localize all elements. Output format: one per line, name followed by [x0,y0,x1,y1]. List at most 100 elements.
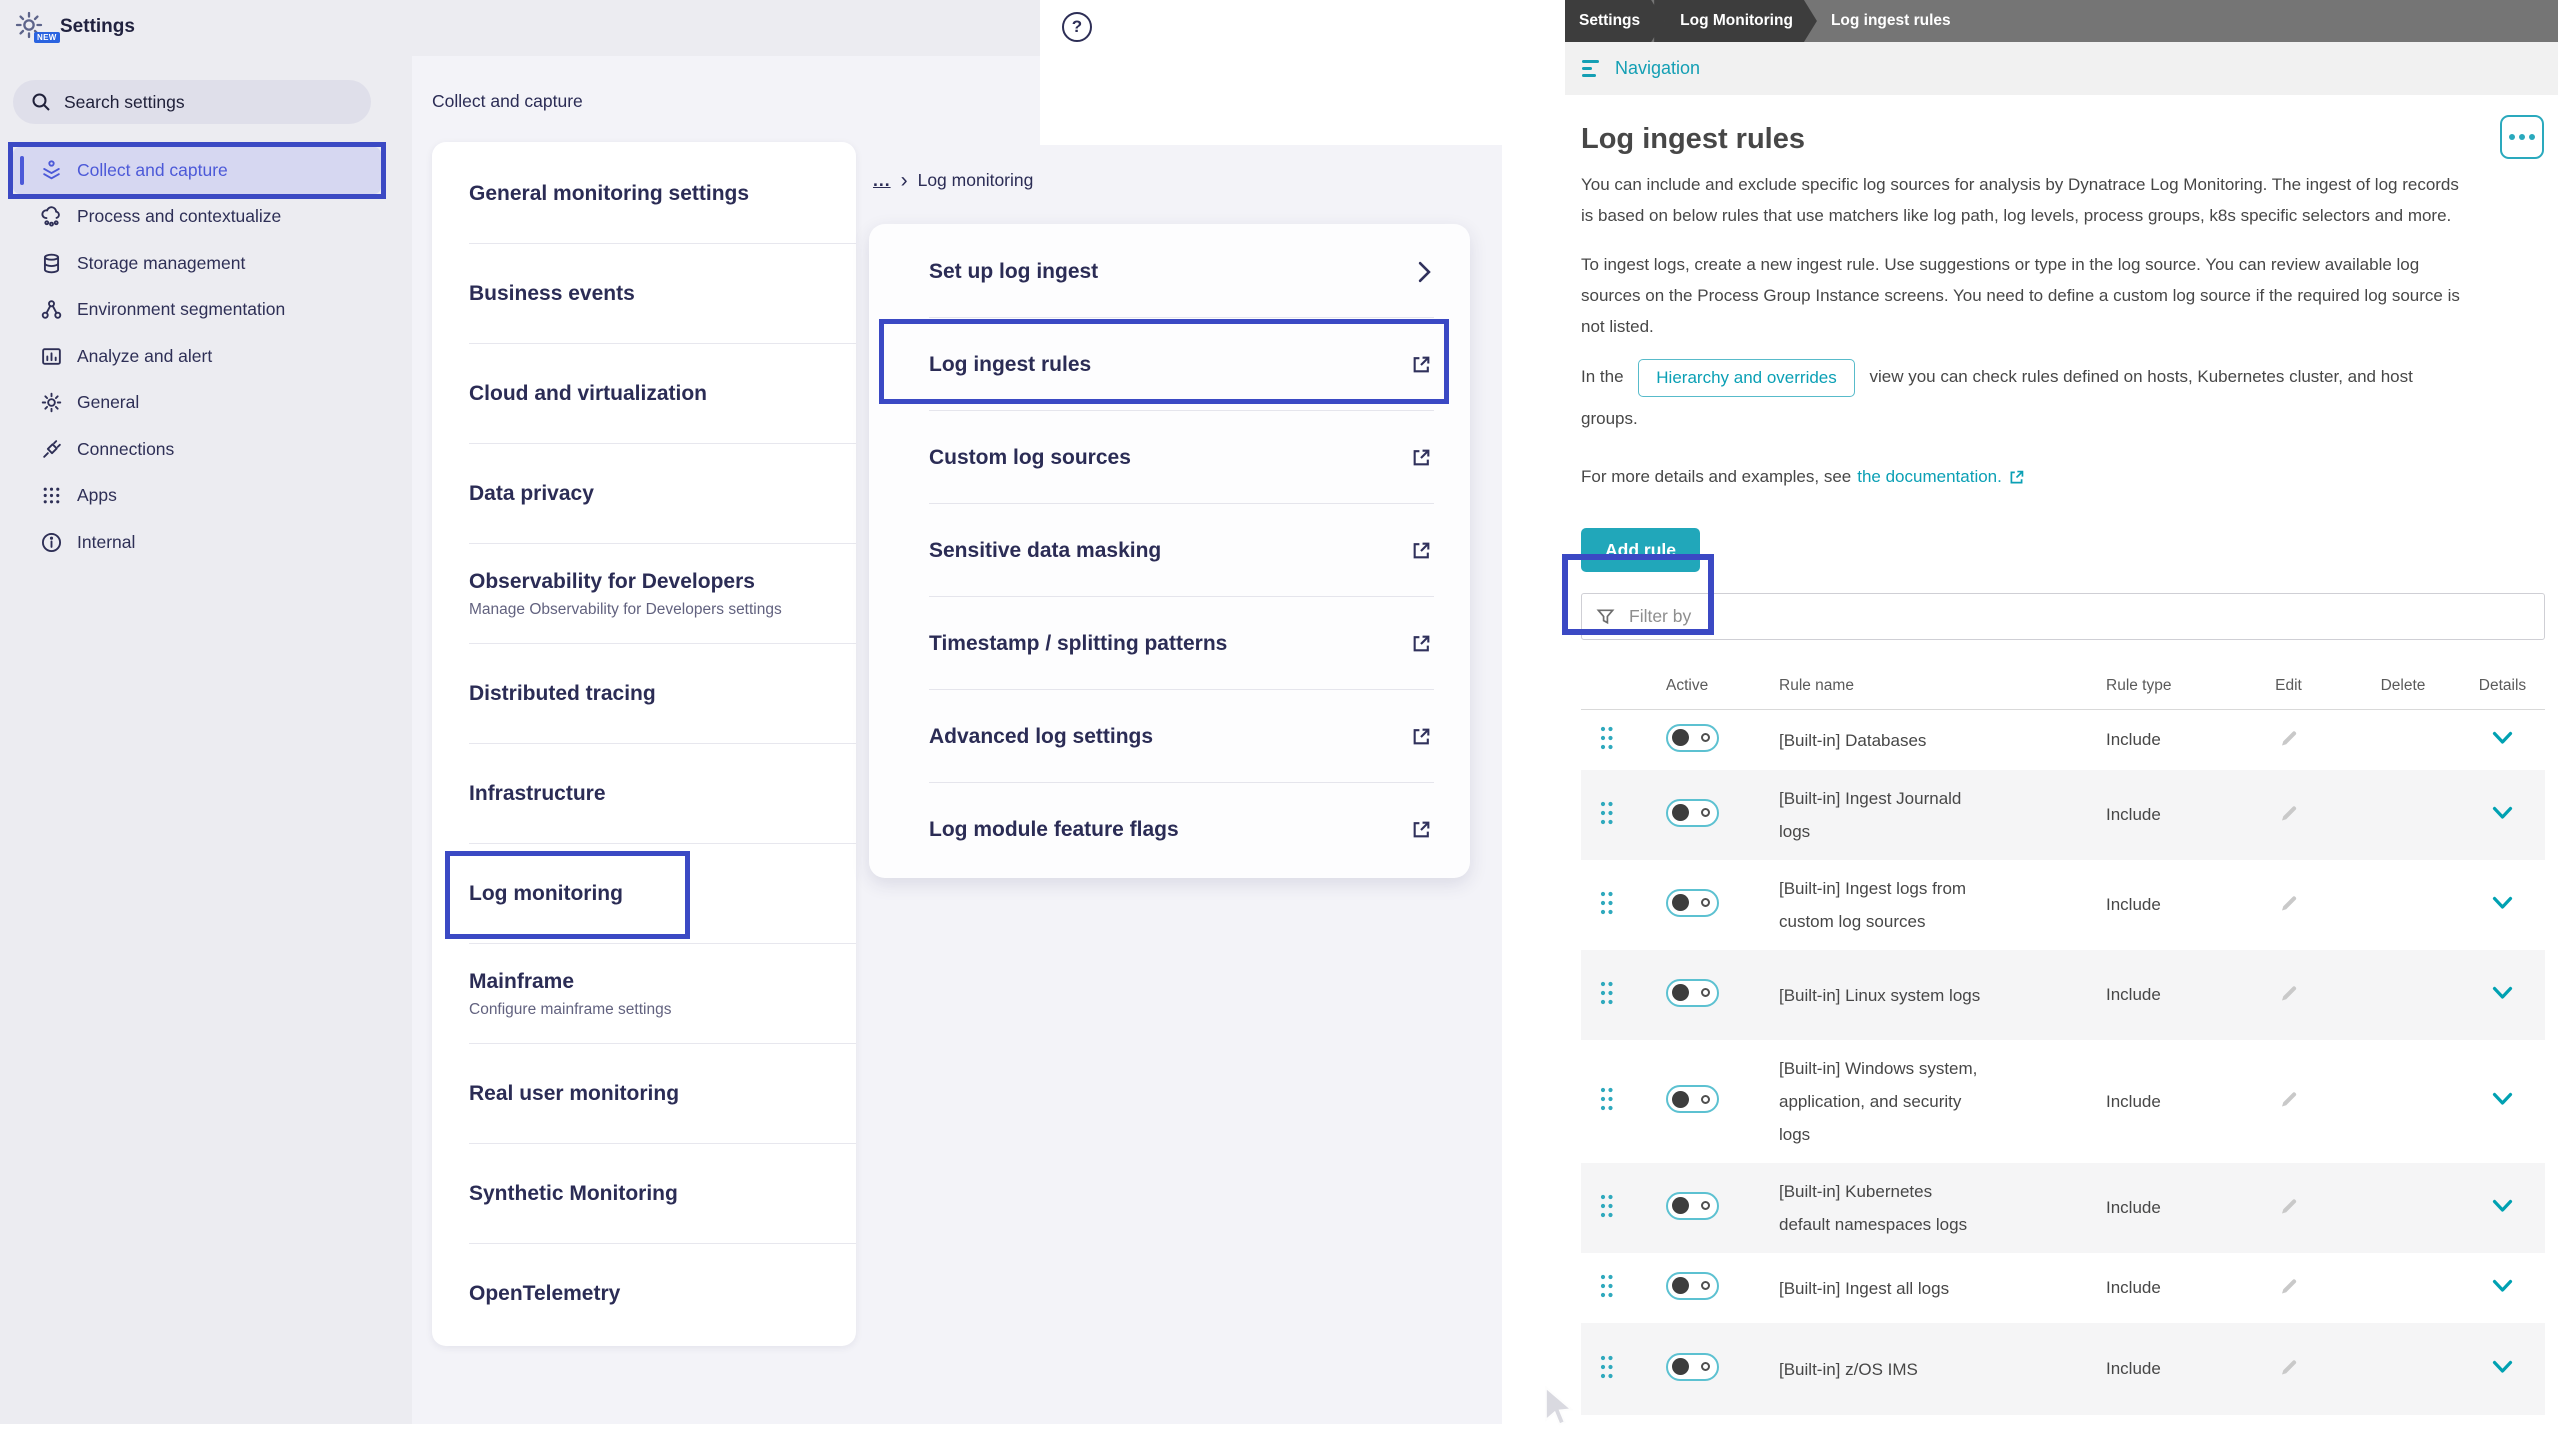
settings-group-observability-for-developers[interactable]: Observability for DevelopersManage Obser… [432,544,856,644]
sidebar-item-apps[interactable]: Apps [13,473,381,520]
table-body: [Built-in] DatabasesInclude[Built-in] In… [1581,710,2545,1415]
edit-pencil-icon[interactable] [2279,1357,2299,1377]
settings-group-cloud-and-virtualization[interactable]: Cloud and virtualization [432,344,856,444]
settings-group-infrastructure[interactable]: Infrastructure [432,744,856,844]
help-icon[interactable]: ? [1062,12,1092,42]
intro-paragraph-2: To ingest logs, create a new ingest rule… [1581,249,2461,342]
documentation-link[interactable]: the documentation. [1857,467,2002,487]
sidebar-item-label: Environment segmentation [77,299,285,320]
drag-handle-icon[interactable] [1599,725,1614,756]
flyout-item-set-up-log-ingest[interactable]: Set up log ingest [869,225,1470,318]
edit-pencil-icon[interactable] [2279,1276,2299,1296]
settings-group-label: Cloud and virtualization [469,382,836,406]
details-chevron-down-icon[interactable] [2492,1360,2513,1374]
drag-handle-icon[interactable] [1599,980,1614,1011]
flyout-item-log-module-feature-flags[interactable]: Log module feature flags [869,783,1470,876]
more-options-button[interactable] [2500,115,2544,159]
drag-handle-icon[interactable] [1599,890,1614,921]
settings-group-label: Infrastructure [469,782,836,806]
active-toggle[interactable] [1666,889,1719,917]
settings-group-general-monitoring-settings[interactable]: General monitoring settings [432,144,856,244]
details-chevron-down-icon[interactable] [2492,806,2513,820]
details-chevron-down-icon[interactable] [2492,1092,2513,1106]
flyout-item-log-ingest-rules[interactable]: Log ingest rules [869,318,1470,411]
drag-handle-icon[interactable] [1599,1354,1614,1385]
sidebar-item-label: Connections [77,439,174,460]
settings-group-data-privacy[interactable]: Data privacy [432,444,856,544]
flyout-item-timestamp-splitting-patterns[interactable]: Timestamp / splitting patterns [869,597,1470,690]
settings-group-business-events[interactable]: Business events [432,244,856,344]
settings-group-synthetic-monitoring[interactable]: Synthetic Monitoring [432,1144,856,1244]
drag-handle-icon[interactable] [1599,1273,1614,1304]
sidebar-item-process-and-contextualize[interactable]: Process and contextualize [13,194,381,241]
filter-funnel-icon [1596,607,1615,626]
details-chevron-down-icon[interactable] [2492,986,2513,1000]
sidebar-item-storage-management[interactable]: Storage management [13,240,381,287]
breadcrumb-log-monitoring[interactable]: Log Monitoring [1654,0,1817,42]
active-toggle[interactable] [1666,724,1719,752]
details-chevron-down-icon[interactable] [2492,1199,2513,1213]
col-header-rule-name: Rule name [1761,677,2086,695]
sidebar-item-label: Process and contextualize [77,206,281,227]
settings-group-real-user-monitoring[interactable]: Real user monitoring [432,1044,856,1144]
settings-group-label: Data privacy [469,482,836,506]
navigation-link[interactable]: Navigation [1615,58,1700,79]
settings-group-opentelemetry[interactable]: OpenTelemetry [432,1244,856,1344]
breadcrumb-log-ingest-rules: Log ingest rules [1831,0,1951,42]
breadcrumb-ellipsis-link[interactable]: ... [873,170,891,191]
flyout-item-advanced-log-settings[interactable]: Advanced log settings [869,690,1470,783]
rule-name: [Built-in] Kubernetes default namespaces… [1761,1175,2086,1241]
sidebar-item-connections[interactable]: Connections [13,426,381,473]
active-toggle[interactable] [1666,799,1719,827]
add-rule-button[interactable]: Add rule [1581,528,1700,572]
details-chevron-down-icon[interactable] [2492,1279,2513,1293]
collect-capture-icon [39,158,63,182]
active-toggle[interactable] [1666,1353,1719,1381]
rule-name: [Built-in] z/OS IMS [1761,1353,2086,1386]
sidebar-item-environment-segmentation[interactable]: Environment segmentation [13,287,381,334]
sidebar-item-general[interactable]: General [13,380,381,427]
settings-group-distributed-tracing[interactable]: Distributed tracing [432,644,856,744]
edit-pencil-icon[interactable] [2279,983,2299,1003]
docs-paragraph: For more details and examples, see the d… [1581,467,2545,487]
process-contextualize-icon [39,205,63,229]
rule-type: Include [2086,730,2231,750]
chevron-right-icon: › [901,173,908,189]
edit-pencil-icon[interactable] [2279,893,2299,913]
panel-title: Collect and capture [432,91,583,112]
rule-row: [Built-in] Linux system logsInclude [1581,950,2545,1040]
drag-handle-icon[interactable] [1599,1193,1614,1224]
sidebar-item-collect-and-capture[interactable]: Collect and capture [13,147,381,194]
settings-group-log-monitoring[interactable]: Log monitoring [432,844,856,944]
background-area [1040,0,1565,145]
filter-input[interactable] [1627,605,2530,628]
details-chevron-down-icon[interactable] [2492,731,2513,745]
hierarchy-and-overrides-button[interactable]: Hierarchy and overrides [1638,359,1854,397]
edit-pencil-icon[interactable] [2279,728,2299,748]
ellipsis-icon [2529,134,2535,140]
active-toggle[interactable] [1666,1192,1719,1220]
active-toggle[interactable] [1666,979,1719,1007]
flyout-item-sensitive-data-masking[interactable]: Sensitive data masking [869,504,1470,597]
active-toggle[interactable] [1666,1272,1719,1300]
col-header-edit: Edit [2231,677,2346,695]
sidebar-item-internal[interactable]: Internal [13,519,381,566]
flyout-breadcrumb: ... › Log monitoring [873,170,1033,191]
filter-field[interactable] [1581,593,2545,640]
rule-row: [Built-in] z/OS IMSInclude [1581,1323,2545,1415]
settings-group-mainframe[interactable]: MainframeConfigure mainframe settings [432,944,856,1044]
background-area [1502,145,1565,1439]
sidebar-item-analyze-and-alert[interactable]: Analyze and alert [13,333,381,380]
details-chevron-down-icon[interactable] [2492,896,2513,910]
flyout-item-custom-log-sources[interactable]: Custom log sources [869,411,1470,504]
flyout-item-label: Set up log ingest [929,260,1098,284]
drag-handle-icon[interactable] [1599,800,1614,831]
drag-handle-icon[interactable] [1599,1086,1614,1117]
edit-pencil-icon[interactable] [2279,803,2299,823]
edit-pencil-icon[interactable] [2279,1196,2299,1216]
rule-type: Include [2086,1198,2231,1218]
edit-pencil-icon[interactable] [2279,1089,2299,1109]
active-toggle[interactable] [1666,1085,1719,1113]
search-input[interactable]: Search settings [13,80,371,124]
breadcrumb-settings[interactable]: Settings [1565,0,1664,42]
